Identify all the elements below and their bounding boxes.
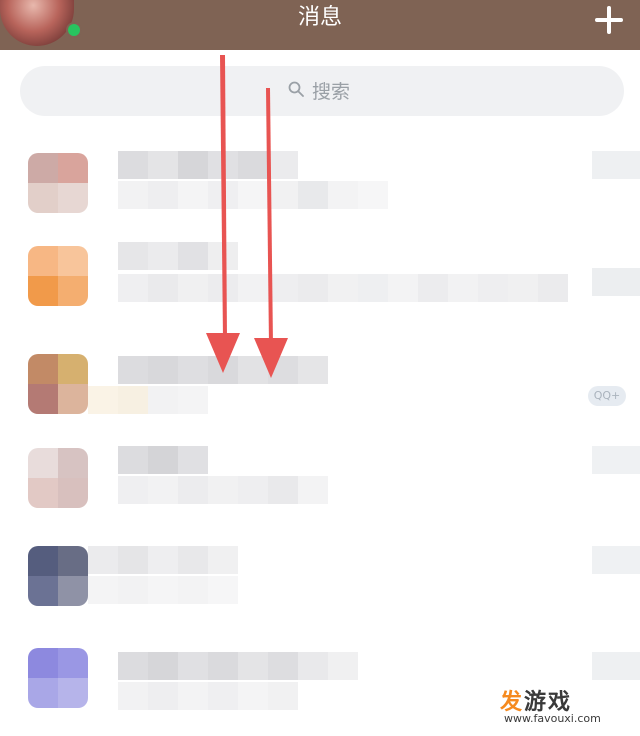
message-preview	[88, 576, 238, 604]
timestamp	[592, 546, 640, 574]
list-item[interactable]	[0, 538, 640, 634]
avatar	[28, 354, 88, 414]
message-preview	[88, 386, 208, 414]
message-preview	[118, 274, 568, 302]
list-item[interactable]	[0, 346, 640, 442]
watermark: 发游戏 www.favouxi.com	[500, 684, 640, 729]
contact-name	[88, 546, 238, 574]
add-icon[interactable]	[593, 4, 625, 36]
message-preview	[118, 476, 328, 504]
list-item[interactable]	[0, 440, 640, 536]
avatar	[28, 153, 88, 213]
timestamp	[592, 446, 640, 474]
page-title: 消息	[297, 5, 342, 30]
search-input[interactable]: 搜索	[20, 66, 624, 116]
arrow-down-icon	[254, 88, 288, 378]
avatar	[28, 648, 88, 708]
contact-name	[118, 446, 208, 474]
timestamp	[592, 151, 640, 179]
watermark-url: www.favouxi.com	[504, 712, 601, 725]
list-item[interactable]	[0, 145, 640, 241]
avatar	[28, 448, 88, 508]
arrow-down-icon	[206, 55, 240, 373]
list-item[interactable]	[0, 238, 640, 334]
search-placeholder: 搜索	[312, 81, 351, 103]
contact-name	[118, 652, 358, 680]
timestamp	[592, 268, 640, 296]
timestamp	[592, 652, 640, 680]
top-bar: 消息	[0, 0, 640, 50]
avatar	[28, 546, 88, 606]
status-badge: QQ+	[588, 386, 626, 406]
avatar	[28, 246, 88, 306]
message-preview	[118, 682, 298, 710]
